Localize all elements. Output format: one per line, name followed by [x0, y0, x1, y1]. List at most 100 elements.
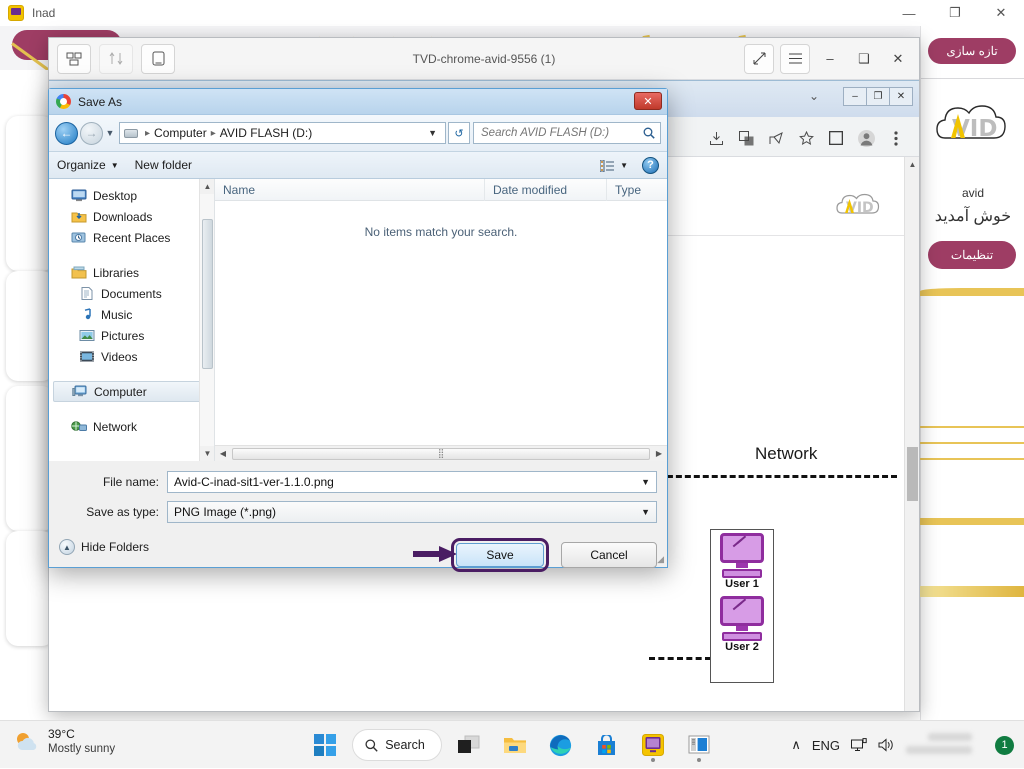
tree-item-computer[interactable]: Computer — [53, 381, 210, 402]
inad-app-icon[interactable] — [634, 726, 672, 764]
dialog-close-button[interactable]: ✕ — [634, 92, 662, 110]
chevron-down-icon[interactable]: ▼ — [620, 161, 628, 170]
grid-icon[interactable] — [57, 43, 91, 74]
menu-icon[interactable] — [780, 43, 810, 74]
navigation-tree[interactable]: Desktop Downloads Recent Places Librarie… — [49, 179, 215, 461]
settings-button[interactable]: تنظیمات — [928, 241, 1016, 269]
chevron-down-icon: ▼ — [110, 160, 119, 170]
search-box[interactable] — [473, 122, 661, 144]
bookmark-star-icon[interactable] — [791, 125, 821, 151]
decor-gold-band — [920, 288, 1024, 296]
inner-minimize-button[interactable]: – — [843, 87, 867, 106]
scroll-right-arrow[interactable]: ▶ — [651, 449, 667, 458]
organize-menu[interactable]: Organize ▼ — [57, 158, 119, 172]
column-header-type[interactable]: Type — [607, 179, 667, 201]
translate-icon[interactable] — [731, 125, 761, 151]
chevron-down-icon[interactable]: ▼ — [424, 128, 441, 138]
save-as-type-select[interactable]: PNG Image (*.png) ▼ — [167, 501, 657, 523]
scroll-up-arrow[interactable]: ▲ — [905, 157, 919, 172]
tray-clock-blurred[interactable] — [906, 732, 984, 758]
chrome-minimize-button[interactable]: – — [813, 44, 847, 74]
save-button[interactable]: Save — [456, 543, 544, 567]
hide-folders-button[interactable]: ▲ Hide Folders — [59, 539, 149, 555]
downloads-icon — [71, 210, 87, 224]
file-list[interactable]: Name Date modified Type No items match y… — [215, 178, 667, 461]
split-screen-icon[interactable] — [821, 125, 851, 151]
language-indicator[interactable]: ENG — [812, 738, 840, 753]
expand-icon[interactable] — [744, 43, 774, 74]
help-button[interactable]: ? — [642, 156, 659, 174]
tree-item-documents[interactable]: Documents — [49, 283, 214, 304]
refresh-button[interactable]: تازه سازی — [928, 38, 1016, 64]
breadcrumb-item-drive[interactable]: AVID FLASH (D:) — [220, 126, 312, 140]
tree-item-libraries[interactable]: Libraries — [49, 262, 214, 283]
app-minimize-button[interactable]: — — [886, 0, 932, 26]
scrollbar-thumb[interactable]: ⣿ — [232, 447, 650, 460]
search-input[interactable] — [479, 126, 643, 140]
decor-gold-band — [920, 426, 1024, 428]
app-maximize-button[interactable]: ❐ — [932, 0, 978, 26]
refresh-button[interactable]: ↺ — [448, 122, 470, 144]
inner-close-button[interactable]: ✕ — [889, 87, 913, 106]
scrollbar-thumb[interactable] — [202, 219, 213, 369]
share-icon[interactable] — [761, 125, 791, 151]
scrollbar-thumb[interactable] — [907, 447, 918, 501]
search-icon — [365, 738, 378, 752]
monitor-icon[interactable] — [141, 43, 175, 74]
chrome-maximize-button[interactable]: ❑ — [847, 44, 881, 74]
scroll-left-arrow[interactable]: ◀ — [215, 449, 231, 458]
download-icon[interactable] — [701, 125, 731, 151]
network-icon[interactable] — [851, 737, 867, 753]
file-name-input[interactable]: Avid-C-inad-sit1-ver-1.1.0.png ▼ — [167, 471, 657, 493]
page-scrollbar[interactable]: ▲ ▼ — [904, 157, 919, 711]
tree-label: Downloads — [93, 209, 153, 224]
forward-button[interactable]: → — [80, 121, 103, 145]
tree-scrollbar[interactable]: ▲ ▼ — [199, 179, 214, 461]
microsoft-store-icon[interactable] — [588, 726, 626, 764]
tree-item-network[interactable]: Network — [49, 416, 214, 437]
history-dropdown-icon[interactable]: ▼ — [103, 128, 117, 138]
tree-item-videos[interactable]: Videos — [49, 346, 214, 367]
windows-start-icon[interactable] — [306, 726, 344, 764]
breadcrumb[interactable]: ▸ Computer ▸ AVID FLASH (D:) ▼ — [119, 122, 446, 144]
tree-item-desktop[interactable]: Desktop — [49, 185, 214, 206]
app-close-button[interactable]: ✕ — [978, 0, 1024, 26]
new-folder-button[interactable]: New folder — [135, 158, 192, 172]
view-list-icon[interactable] — [599, 159, 615, 173]
chevron-down-icon[interactable]: ▼ — [641, 507, 650, 517]
tray-overflow-button[interactable]: ∧ — [791, 737, 801, 753]
volume-icon[interactable] — [878, 738, 895, 752]
user-label: User 2 — [725, 641, 759, 653]
breadcrumb-item-computer[interactable]: Computer — [154, 126, 207, 140]
decor-gold-band — [920, 586, 1024, 597]
back-button[interactable]: ← — [55, 121, 78, 145]
tree-item-recent-places[interactable]: Recent Places — [49, 227, 214, 248]
cancel-button[interactable]: Cancel — [561, 542, 657, 568]
column-header-date[interactable]: Date modified — [485, 178, 607, 201]
column-header-name[interactable]: Name — [215, 178, 485, 201]
notification-badge[interactable]: 1 — [995, 735, 1014, 755]
computer-icon — [72, 385, 88, 399]
running-indicator — [696, 758, 701, 762]
transfer-icon[interactable] — [99, 43, 133, 74]
tree-item-music[interactable]: Music — [49, 304, 214, 325]
search-button[interactable]: Search — [352, 729, 442, 761]
chrome-close-button[interactable]: ✕ — [881, 44, 915, 74]
profile-icon[interactable] — [851, 125, 881, 151]
inner-restore-button[interactable]: ❐ — [866, 87, 890, 106]
tree-item-pictures[interactable]: Pictures — [49, 325, 214, 346]
file-list-hscrollbar[interactable]: ◀ ⣿ ▶ — [215, 445, 667, 461]
avid-logo: VID — [921, 88, 1024, 168]
more-vertical-icon[interactable] — [881, 125, 911, 151]
task-view-icon[interactable] — [450, 726, 488, 764]
tree-item-downloads[interactable]: Downloads — [49, 206, 214, 227]
remote-desktop-icon[interactable] — [680, 726, 718, 764]
save-as-type-label: Save as type: — [86, 505, 159, 519]
scroll-down-arrow[interactable]: ▼ — [200, 446, 214, 461]
scroll-up-arrow[interactable]: ▲ — [200, 179, 214, 194]
resize-grip[interactable]: ◢ — [657, 554, 664, 565]
file-explorer-icon[interactable] — [496, 726, 534, 764]
edge-icon[interactable] — [542, 726, 580, 764]
chevron-down-icon[interactable]: ⌄ — [809, 89, 819, 103]
chevron-down-icon[interactable]: ▼ — [641, 477, 650, 487]
